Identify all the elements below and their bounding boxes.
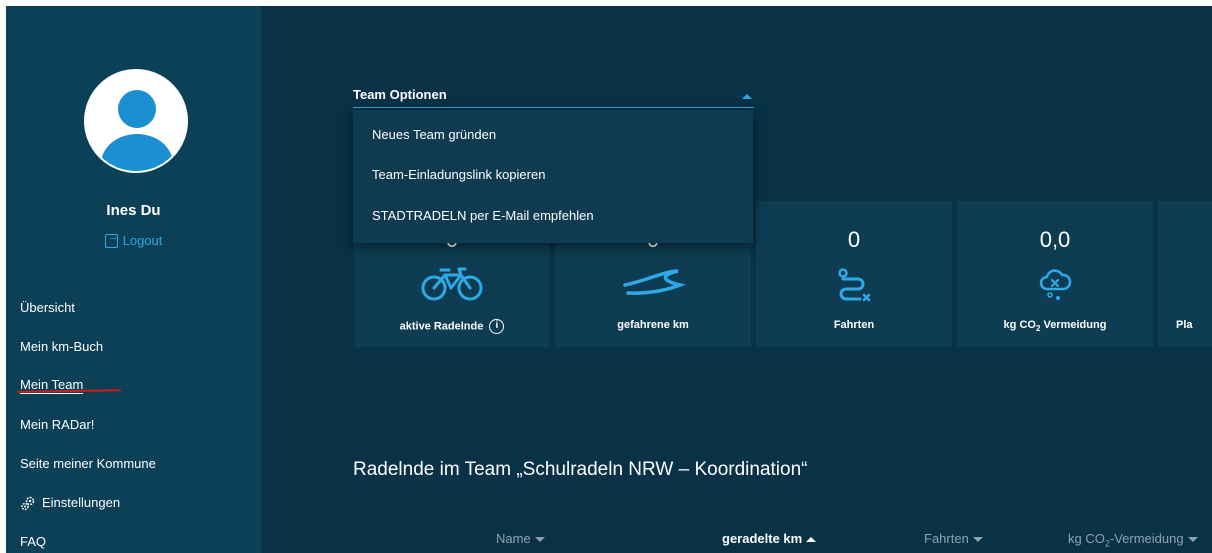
nav-item-einstellungen[interactable]: Einstellungen: [20, 483, 156, 522]
team-options-label: Team Optionen: [353, 87, 447, 102]
nav-item-kommune[interactable]: Seite meiner Kommune: [20, 444, 156, 483]
stat-card-partial: Pla: [1158, 201, 1212, 347]
stat-label: gefahrene km: [617, 319, 689, 331]
nav-item-label: Mein km-Buch: [20, 339, 104, 354]
team-options-dropdown[interactable]: Team Optionen: [353, 84, 754, 108]
road-icon: [623, 269, 686, 295]
logout-icon: [104, 231, 119, 248]
column-header-label: Fahrten: [924, 531, 969, 546]
stat-card-co2: 0,0 kg CO2 Vermeidung: [957, 201, 1153, 347]
avatar[interactable]: [84, 69, 188, 173]
sort-down-icon: [1187, 537, 1198, 543]
menu-item-einladungslink[interactable]: Team-Einladungslink kopieren: [372, 167, 545, 182]
avatar-head-shape: [118, 90, 156, 128]
column-header-prefix: kg CO: [1068, 531, 1105, 546]
nav-item-radar[interactable]: Mein RADar!: [20, 405, 156, 444]
sort-down-icon: [534, 537, 545, 543]
logout-label: Logout: [122, 233, 163, 248]
column-header-suffix: -Vermeidung: [1109, 531, 1184, 546]
column-header-fahrten[interactable]: Fahrten: [924, 531, 983, 546]
co2-cloud-icon: [1039, 269, 1072, 300]
app-window: Ines Du Logout Übersicht Mein km-Buch Me…: [6, 6, 1212, 553]
stat-label: aktive Radelnde i: [354, 319, 550, 334]
nav-item-label: Übersicht: [20, 300, 75, 315]
column-header-name[interactable]: Name: [496, 531, 545, 546]
sort-up-icon: [806, 537, 817, 543]
info-icon[interactable]: i: [489, 319, 505, 334]
nav-item-mein-team[interactable]: Mein Team: [20, 366, 156, 405]
stat-label: kg CO2 Vermeidung: [957, 319, 1153, 333]
avatar-body-shape: [101, 134, 173, 171]
sidebar: Ines Du Logout Übersicht Mein km-Buch Me…: [6, 6, 261, 553]
nav-item-label: Mein RADar!: [20, 417, 95, 432]
nav-item-label: Seite meiner Kommune: [20, 456, 156, 471]
nav-item-label: Einstellungen: [42, 495, 121, 510]
stat-label: Fahrten: [833, 319, 875, 331]
stat-value: 0: [847, 227, 861, 252]
chevron-up-icon: [742, 94, 752, 99]
logout-link[interactable]: Logout: [6, 231, 261, 248]
nav-item-label: FAQ: [20, 534, 47, 549]
sort-down-icon: [972, 537, 983, 543]
stat-card-fahrten: 0 Fahrten: [756, 201, 952, 347]
nav-item-faq[interactable]: FAQ: [20, 522, 156, 553]
column-header-label: geradelte km: [722, 531, 803, 546]
stat-label: Pla: [1176, 319, 1193, 331]
team-heading: Radelnde im Team „Schulradeln NRW – Koor…: [353, 459, 808, 480]
column-header-co2[interactable]: kg CO2-Vermeidung: [1068, 531, 1198, 549]
column-header-label: Name: [496, 531, 531, 546]
user-name: Ines Du: [106, 202, 161, 219]
menu-item-email-empfehlen[interactable]: STADTRADELN per E-Mail empfehlen: [372, 208, 594, 223]
nav-item-uebersicht[interactable]: Übersicht: [20, 288, 156, 327]
stat-value: 0,0: [1039, 227, 1071, 252]
menu-item-neues-team[interactable]: Neues Team gründen: [372, 127, 496, 142]
team-options-menu: Neues Team gründen Team-Einladungslink k…: [353, 110, 753, 243]
stat-label-prefix: kg CO: [1003, 319, 1036, 331]
gears-icon: [21, 496, 35, 510]
sidebar-nav: Übersicht Mein km-Buch Mein Team Mein RA…: [20, 288, 156, 553]
column-header-km[interactable]: geradelte km: [722, 531, 817, 546]
nav-item-km-buch[interactable]: Mein km-Buch: [20, 327, 156, 366]
route-icon: [838, 268, 871, 302]
bicycle-icon: [421, 267, 483, 301]
stat-label-suffix: Vermeidung: [1040, 319, 1107, 331]
stat-label-text: aktive Radelnde: [399, 320, 484, 333]
